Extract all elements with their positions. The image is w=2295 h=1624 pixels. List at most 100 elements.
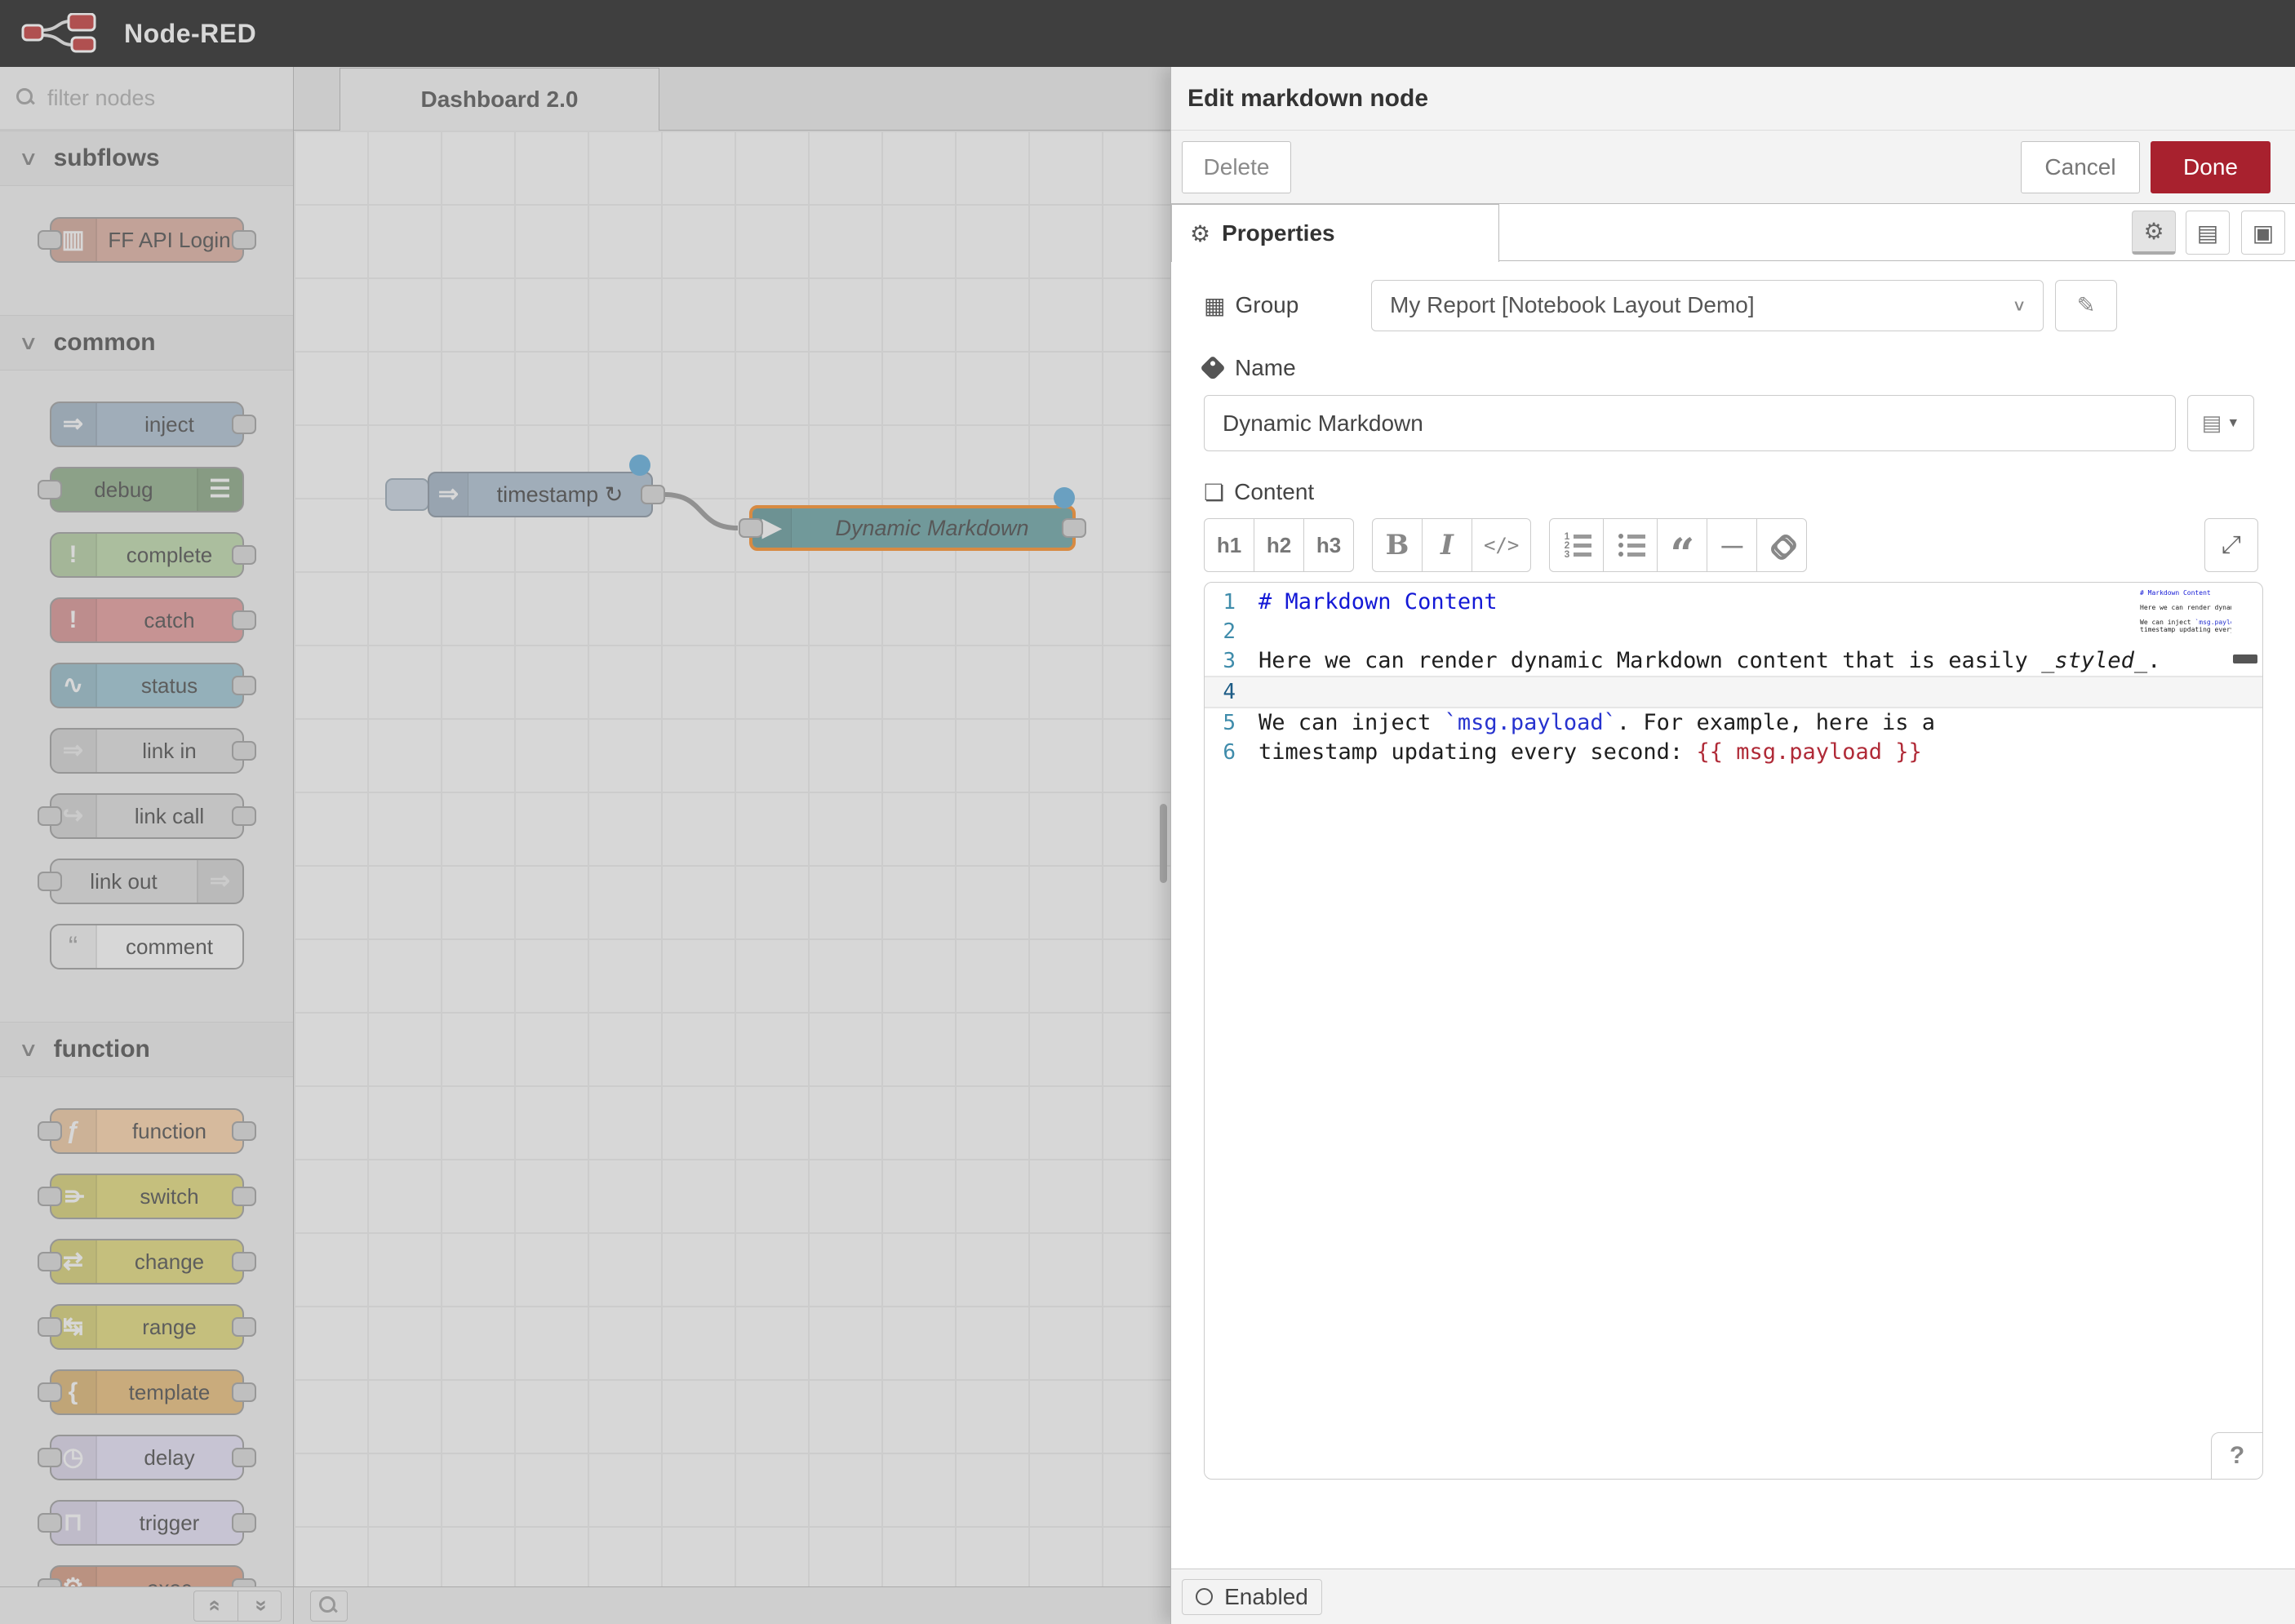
node-port[interactable]: [38, 1187, 62, 1206]
properties-tab-button[interactable]: ⚙: [2132, 211, 2176, 255]
node-port[interactable]: [232, 1252, 256, 1271]
gear-icon: ⚙: [2143, 218, 2164, 245]
palette-node-debug[interactable]: ☰debug: [50, 467, 244, 512]
palette-node-FF-API-Login[interactable]: ▥FF API Login: [50, 217, 244, 263]
tab-properties[interactable]: ⚙ Properties: [1171, 204, 1499, 262]
palette-node-catch[interactable]: !catch: [50, 597, 244, 643]
node-port[interactable]: [38, 480, 62, 499]
inject-trigger-button[interactable]: [385, 478, 429, 511]
node-port[interactable]: [38, 1578, 62, 1586]
palette-node-link-call[interactable]: ↪link call: [50, 793, 244, 839]
flow-node-dynamic-markdown[interactable]: ▶ Dynamic Markdown: [749, 505, 1076, 551]
node-port[interactable]: [232, 1187, 256, 1206]
node-port[interactable]: [232, 676, 256, 695]
node-port[interactable]: [38, 1317, 62, 1337]
name-input[interactable]: [1204, 395, 2176, 451]
palette-node-comment[interactable]: “comment: [50, 924, 244, 970]
node-port[interactable]: [232, 1513, 256, 1533]
md-unordered-list-button[interactable]: [1603, 518, 1658, 572]
palette-node-delay[interactable]: ◷delay: [50, 1435, 244, 1480]
palette-node-inject[interactable]: ⇒inject: [50, 402, 244, 447]
palette-node-trigger[interactable]: ⊓trigger: [50, 1500, 244, 1546]
zoom-button[interactable]: [310, 1591, 348, 1622]
node-port[interactable]: [38, 1382, 62, 1402]
code-line-3[interactable]: 3Here we can render dynamic Markdown con…: [1205, 646, 2262, 676]
appearance-tab-button[interactable]: ▣: [2241, 211, 2285, 255]
description-tab-button[interactable]: ▤: [2186, 211, 2230, 255]
tab-dashboard-2.0[interactable]: Dashboard 2.0: [340, 68, 659, 131]
node-port[interactable]: [38, 1513, 62, 1533]
node-port[interactable]: [38, 1448, 62, 1467]
node-port[interactable]: [232, 230, 256, 250]
palette-node-link-out[interactable]: ⇒link out: [50, 859, 244, 904]
md-italic-button[interactable]: I: [1422, 518, 1472, 572]
md-horizontal-rule-button[interactable]: —: [1707, 518, 1757, 572]
md-h1-button[interactable]: h1: [1204, 518, 1254, 572]
palette-node-complete[interactable]: !complete: [50, 532, 244, 578]
editor-help-button[interactable]: ?: [2211, 1432, 2263, 1480]
category-header-function[interactable]: ∨function: [0, 1022, 293, 1077]
flow-canvas[interactable]: Dashboard 2.0 ⇒ timestamp ↻ ▶ Dynamic Ma…: [294, 67, 1170, 1586]
md-quote-button[interactable]: “: [1657, 518, 1707, 572]
node-port[interactable]: [232, 1448, 256, 1467]
node-port[interactable]: [38, 230, 62, 250]
node-port[interactable]: [232, 1317, 256, 1337]
expand-editor-button[interactable]: ⤢: [2204, 518, 2258, 572]
md-bold-button[interactable]: B: [1372, 518, 1423, 572]
palette-node-template[interactable]: {template: [50, 1369, 244, 1415]
code-line-5[interactable]: 5We can inject `msg.payload`. For exampl…: [1205, 708, 2262, 738]
category-header-subflows[interactable]: ∨subflows: [0, 131, 293, 186]
edit-group-button[interactable]: ✎: [2055, 280, 2117, 331]
node-output-port[interactable]: [641, 485, 665, 504]
code-line-1[interactable]: 1# Markdown Content: [1205, 588, 2262, 617]
palette-node-switch[interactable]: ⋔switch: [50, 1174, 244, 1219]
flow-node-timestamp[interactable]: ⇒ timestamp ↻: [428, 472, 653, 517]
expand-categories-button[interactable]: «: [237, 1591, 282, 1622]
node-port[interactable]: [38, 806, 62, 826]
node-port[interactable]: [232, 610, 256, 630]
node-port[interactable]: [232, 415, 256, 434]
node-port[interactable]: [38, 1121, 62, 1141]
canvas-grid[interactable]: ⇒ timestamp ↻ ▶ Dynamic Markdown: [294, 131, 1170, 1586]
node-input-port[interactable]: [739, 518, 763, 538]
node-port[interactable]: [232, 806, 256, 826]
code-line-6[interactable]: 6timestamp updating every second: {{ msg…: [1205, 738, 2262, 767]
delete-button[interactable]: Delete: [1182, 141, 1291, 193]
palette-node-exec[interactable]: ⚙exec: [50, 1565, 244, 1586]
palette-node-range[interactable]: ↹range: [50, 1304, 244, 1350]
wire[interactable]: [294, 131, 1170, 1586]
collapse-categories-button[interactable]: «: [193, 1591, 237, 1622]
md-link-button[interactable]: [1756, 518, 1807, 572]
label-options-button[interactable]: ▤▼: [2187, 395, 2254, 451]
palette-node-link-in[interactable]: ⇒link in: [50, 728, 244, 774]
code-line-4[interactable]: 4: [1205, 676, 2262, 708]
md-ordered-list-button[interactable]: 123: [1549, 518, 1604, 572]
tray-title: Edit markdown node: [1187, 85, 1428, 113]
markdown-editor[interactable]: 1# Markdown Content23Here we can render …: [1204, 582, 2263, 1480]
md-h2-button[interactable]: h2: [1254, 518, 1304, 572]
md-code-button[interactable]: </>: [1472, 518, 1531, 572]
md-h3-button[interactable]: h3: [1303, 518, 1354, 572]
node-port[interactable]: [232, 1382, 256, 1402]
node-port[interactable]: [232, 741, 256, 761]
canvas-vertical-scrollbar[interactable]: [1160, 804, 1167, 883]
code-line-2[interactable]: 2: [1205, 617, 2262, 646]
quote-icon: “: [1670, 551, 1694, 559]
node-port[interactable]: [38, 1252, 62, 1271]
cancel-button[interactable]: Cancel: [2021, 141, 2140, 193]
node-port[interactable]: [232, 545, 256, 565]
palette-node-status[interactable]: ∿status: [50, 663, 244, 708]
palette-node-function[interactable]: ƒfunction: [50, 1108, 244, 1154]
node-port[interactable]: [232, 1121, 256, 1141]
filter-nodes-input[interactable]: [47, 86, 251, 111]
code-lines[interactable]: 1# Markdown Content23Here we can render …: [1205, 588, 2262, 767]
palette-search[interactable]: [0, 67, 293, 131]
enabled-toggle-button[interactable]: Enabled: [1182, 1579, 1322, 1615]
node-port[interactable]: [38, 872, 62, 891]
palette-node-change[interactable]: ⇄change: [50, 1239, 244, 1285]
category-header-common[interactable]: ∨common: [0, 315, 293, 371]
node-output-port[interactable]: [1062, 518, 1086, 538]
done-button[interactable]: Done: [2151, 141, 2271, 193]
group-select[interactable]: My Report [Notebook Layout Demo] ∨: [1371, 280, 2044, 331]
node-port[interactable]: [232, 1578, 256, 1586]
